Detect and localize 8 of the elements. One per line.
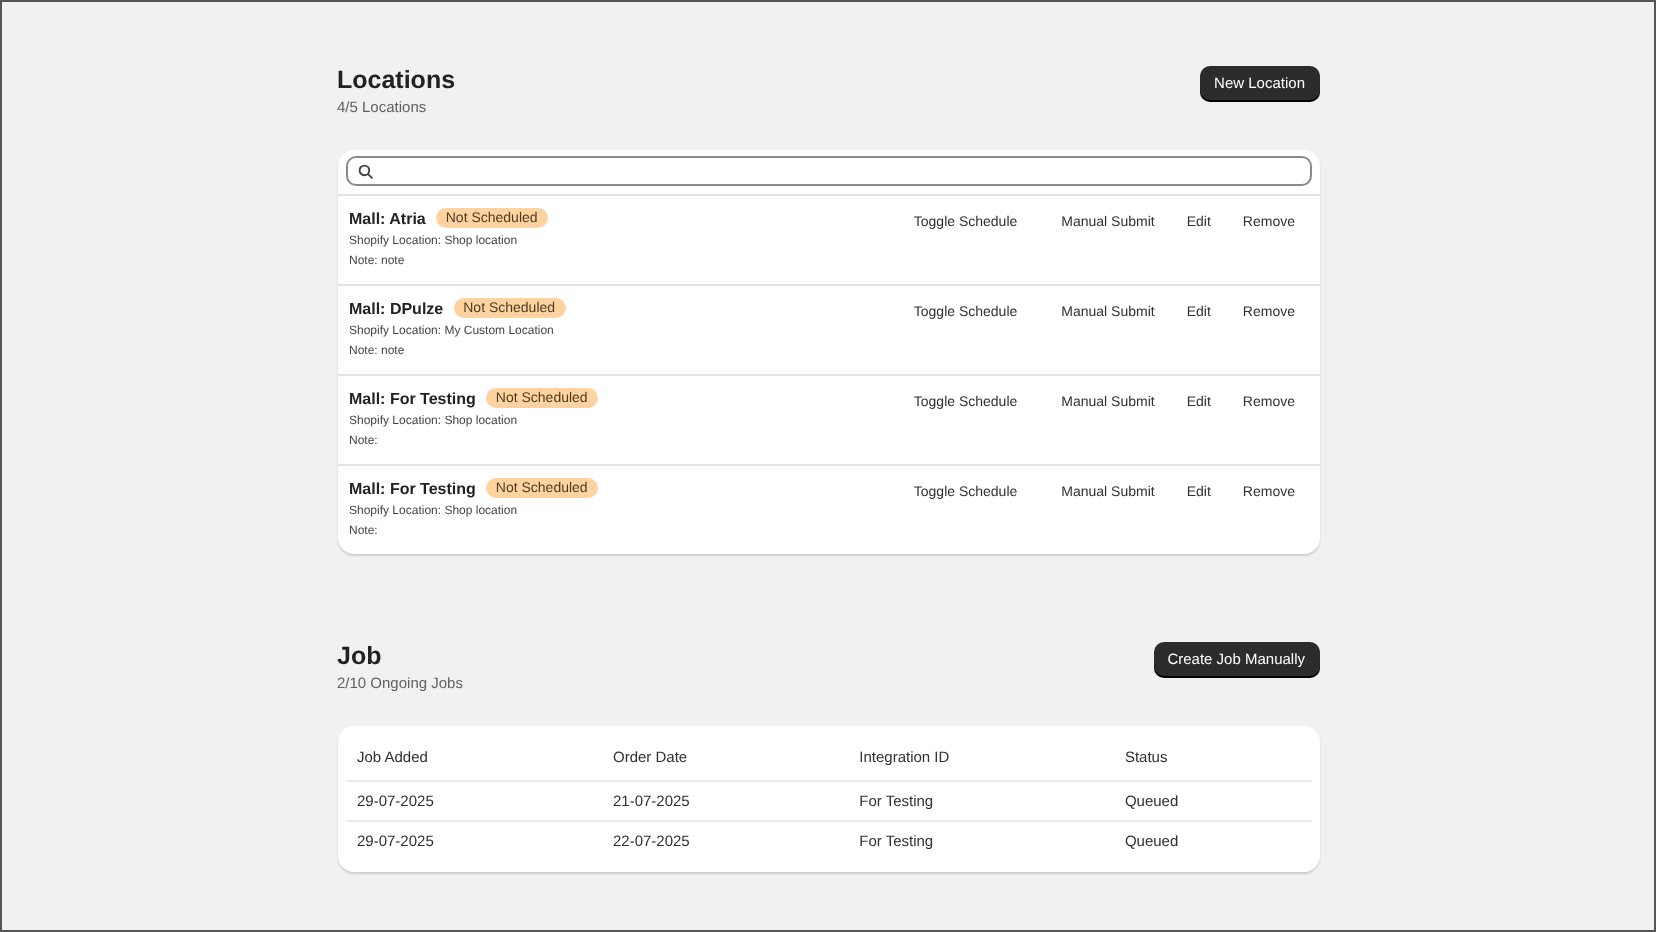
search-field[interactable] (345, 156, 1311, 186)
search-icon (357, 163, 373, 179)
location-name: Mall: For Testing (349, 389, 476, 407)
page-title: Locations (337, 64, 456, 96)
location-name: Mall: DPulze (349, 299, 444, 317)
location-name: Mall: Atria (349, 209, 426, 227)
section-title: Job (337, 640, 384, 672)
location-name: Mall: For Testing (349, 479, 476, 497)
